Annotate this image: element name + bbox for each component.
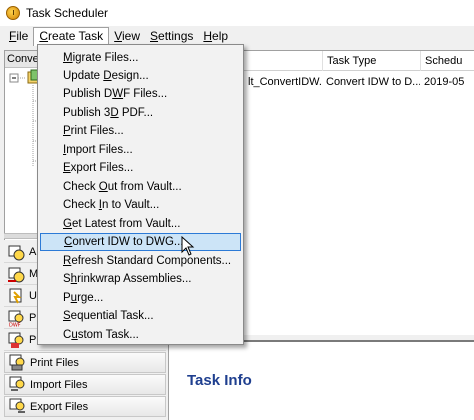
menu-item-update-design[interactable]: Update Design... — [40, 67, 241, 85]
menu-item-publish-dwf[interactable]: Publish DWF Files... — [40, 85, 241, 103]
menu-item-purge[interactable]: Purge... — [40, 289, 241, 307]
task-info-heading: Task Info — [187, 372, 252, 389]
app-clock-icon — [6, 6, 20, 20]
title-bar: Task Scheduler — [0, 0, 474, 26]
menu-item-custom-task[interactable]: Custom Task... — [40, 326, 241, 344]
task-row-print-files[interactable]: Print Files — [4, 352, 166, 373]
menu-item-migrate-files[interactable]: Migrate Files... — [40, 49, 241, 67]
task-row-export-files[interactable]: Export Files — [4, 396, 166, 417]
migrate-icon — [8, 267, 25, 282]
grid-header: Task Type Schedu — [244, 51, 474, 71]
task-row-import-files[interactable]: Import Files — [4, 374, 166, 395]
task-info-panel: Task Info — [168, 340, 474, 420]
export-icon — [9, 398, 25, 413]
menu-item-get-latest[interactable]: Get Latest from Vault... — [40, 215, 241, 233]
menu-item-import-files[interactable]: Import Files... — [40, 141, 241, 159]
grid-cell-name[interactable]: lt_ConvertIDW... — [244, 73, 322, 91]
window-title: Task Scheduler — [26, 6, 109, 20]
menu-item-convert-idw-to-dwg[interactable]: Convert IDW to DWG... — [40, 233, 241, 251]
grid-cell-task-type[interactable]: Convert IDW to D... — [322, 73, 420, 91]
menu-file[interactable]: File — [4, 27, 33, 46]
menu-item-refresh-standard-components[interactable]: Refresh Standard Components... — [40, 252, 241, 270]
menu-item-sequential-task[interactable]: Sequential Task... — [40, 307, 241, 325]
update-icon — [9, 288, 22, 303]
print-icon — [9, 354, 25, 371]
task-grid: Task Type Schedu lt_ConvertIDW... Conver… — [244, 50, 474, 335]
menu-item-check-in[interactable]: Check In to Vault... — [40, 196, 241, 214]
column-header-task-type[interactable]: Task Type — [322, 51, 420, 71]
import-icon — [9, 376, 25, 391]
mouse-pointer-icon — [181, 236, 195, 256]
menu-item-shrinkwrap-assemblies[interactable]: Shrinkwrap Assemblies... — [40, 270, 241, 288]
create-task-dropdown: Migrate Files... Update Design... Publis… — [37, 44, 244, 345]
menu-item-print-files[interactable]: Print Files... — [40, 122, 241, 140]
svg-text:DWF: DWF — [9, 322, 21, 327]
task-scheduler-window: Task Scheduler File Create Task View Set… — [0, 0, 474, 420]
publish-pdf-icon — [8, 332, 24, 348]
column-header-name[interactable] — [244, 51, 322, 71]
grid-cell-schedule[interactable]: 2019-05 — [420, 73, 474, 91]
gear-globe-icon — [8, 245, 25, 260]
menu-item-check-out[interactable]: Check Out from Vault... — [40, 178, 241, 196]
menu-item-export-files[interactable]: Export Files... — [40, 159, 241, 177]
column-header-schedule[interactable]: Schedu — [420, 51, 474, 71]
menu-item-publish-3d-pdf[interactable]: Publish 3D PDF... — [40, 104, 241, 122]
publish-dwf-icon: DWF — [8, 310, 24, 327]
